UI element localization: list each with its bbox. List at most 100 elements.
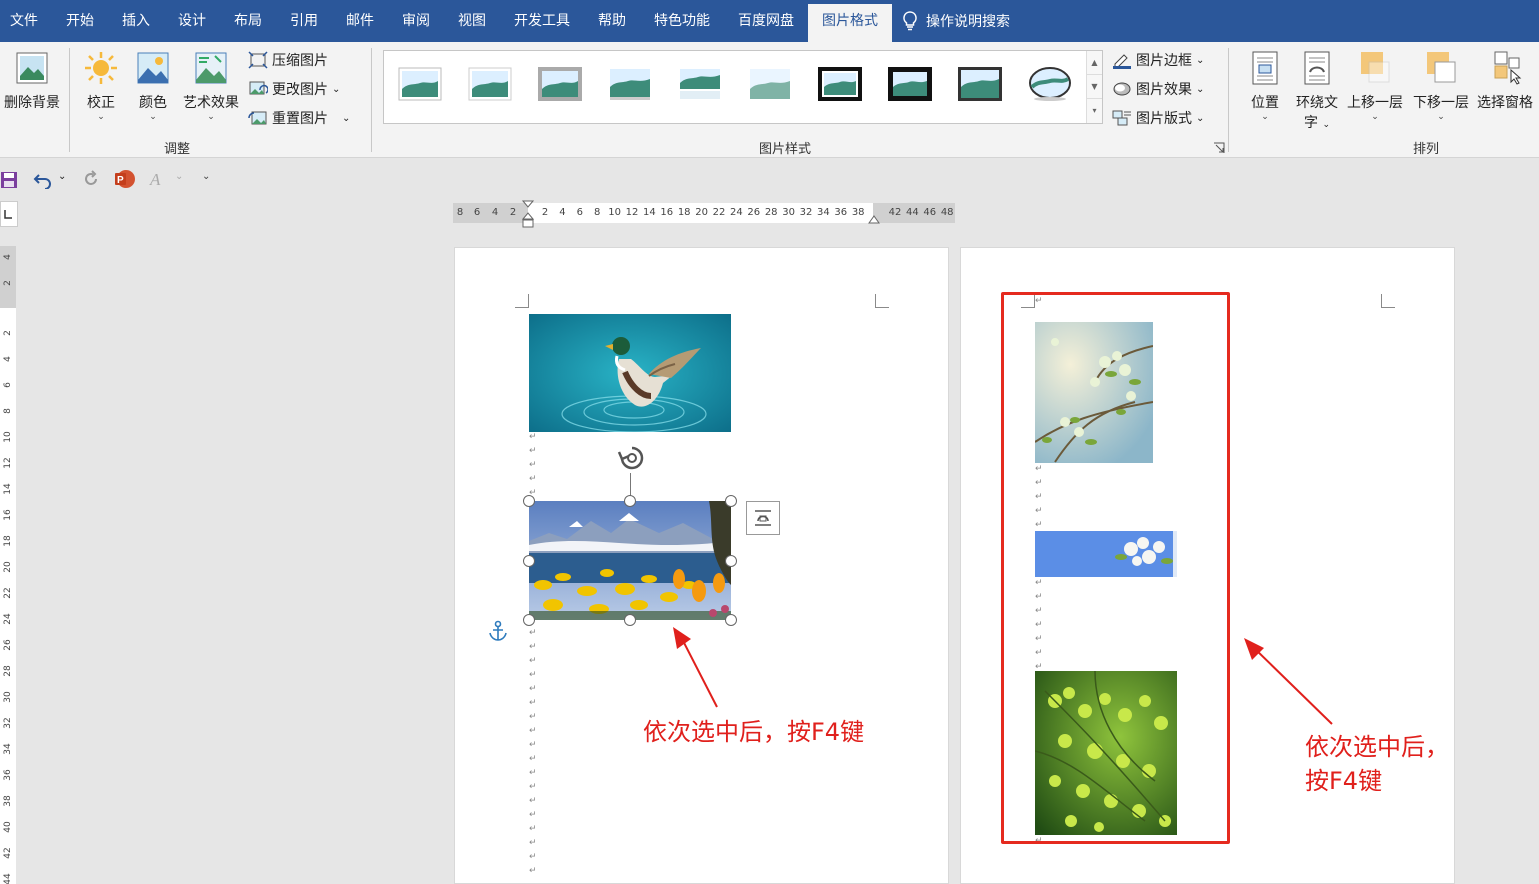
style-thumbnail[interactable] — [678, 67, 722, 101]
reset-picture-button[interactable]: 重置图片 ⌄ — [248, 108, 350, 128]
compress-pictures-button[interactable]: 压缩图片 — [248, 50, 328, 70]
powerpoint-icon[interactable]: P — [114, 169, 136, 189]
horizontal-ruler[interactable]: 8 6 4 2 2 4 6 8 10 12 14 16 18 20 22 24 26 28 30 32 34 36 38 42… — [453, 200, 955, 228]
anchor-icon[interactable] — [487, 620, 509, 642]
duck-picture[interactable] — [529, 314, 731, 432]
bring-forward-icon — [1361, 52, 1390, 83]
change-picture-button[interactable]: 更改图片 ⌄ — [248, 79, 340, 99]
paragraph-mark: ↵ — [529, 782, 537, 792]
chevron-down-icon[interactable]: ⌄ — [175, 171, 183, 182]
customize-qat-icon[interactable]: ⌄ — [202, 171, 210, 182]
tab-special[interactable]: 特色功能 — [640, 0, 724, 42]
style-thumbnail[interactable] — [398, 67, 442, 101]
chevron-down-icon: ⌄ — [1371, 112, 1379, 122]
layout-icon — [1112, 110, 1131, 126]
resize-handle-n[interactable] — [624, 495, 636, 507]
separator — [1228, 48, 1229, 152]
ruler-tick: 2 — [3, 280, 13, 286]
color-label: 颜色 — [139, 95, 167, 111]
document-page-1[interactable]: ↵ ↵ ↵ ↵ ↵ ↵ ↵ ↵ ↵ ↵ ↵ ↵ ↵ ↵ ↵ ↵ ↵ ↵ ↵ ↵ ↵ ↵ ↵ 依次选中后，按F4键 — [454, 247, 949, 884]
style-thumbnail[interactable] — [468, 67, 512, 101]
resize-handle-e[interactable] — [725, 555, 737, 567]
resize-handle-se[interactable] — [725, 614, 737, 626]
tab-picture-format[interactable]: 图片格式 — [808, 4, 892, 42]
tab-view[interactable]: 视图 — [444, 0, 500, 42]
tab-help[interactable]: 帮助 — [584, 0, 640, 42]
lightbulb-icon[interactable] — [900, 0, 920, 42]
selection-pane-button[interactable]: 选择窗格 — [1474, 50, 1536, 112]
paragraph-mark: ↵ — [529, 824, 537, 834]
style-thumbnail[interactable] — [608, 67, 652, 101]
ruler-tick: 20 — [695, 207, 708, 218]
bring-forward-button[interactable]: 上移一层 ⌄ — [1344, 50, 1406, 122]
tell-me-search[interactable]: 操作说明搜索 — [926, 11, 1010, 31]
annotation-line-2: 按F4键 — [1305, 767, 1383, 795]
paragraph-mark: ↵ — [529, 642, 537, 652]
dialog-launcher-icon[interactable] — [1213, 142, 1225, 154]
style-thumbnail[interactable] — [538, 67, 582, 101]
chevron-down-icon[interactable]: ▼ — [1087, 75, 1102, 99]
color-button[interactable]: 颜色 ⌄ — [130, 50, 176, 122]
chevron-up-icon[interactable]: ▲ — [1087, 51, 1102, 75]
resize-handle-w[interactable] — [523, 555, 535, 567]
font-style-icon[interactable]: A — [148, 169, 166, 189]
resize-handle-ne[interactable] — [725, 495, 737, 507]
position-button[interactable]: 位置 ⌄ — [1244, 50, 1286, 122]
picture-effects-button[interactable]: 图片效果 ⌄ — [1112, 79, 1204, 99]
send-backward-button[interactable]: 下移一层 ⌄ — [1410, 50, 1472, 122]
tab-layout[interactable]: 布局 — [220, 0, 276, 42]
lake-flowers-image — [529, 501, 731, 620]
chevron-down-icon[interactable]: ⌄ — [58, 171, 66, 182]
tab-design[interactable]: 设计 — [164, 0, 220, 42]
tab-review[interactable]: 审阅 — [388, 0, 444, 42]
ruler-tick: 34 — [817, 207, 830, 218]
tab-home[interactable]: 开始 — [52, 0, 108, 42]
ruler-tick: 28 — [3, 665, 13, 677]
paragraph-mark: ↵ — [529, 474, 537, 484]
gallery-scroll[interactable]: ▲ ▼ ▾ — [1086, 51, 1102, 123]
corrections-button[interactable]: 校正 ⌄ — [78, 50, 124, 122]
picture-layout-label: 图片版式 — [1136, 111, 1192, 127]
style-thumbnail[interactable] — [818, 67, 862, 101]
style-thumbnail[interactable] — [888, 67, 932, 101]
layout-options-icon — [755, 510, 771, 526]
wrap-text-button[interactable]: 环绕文 字 ⌄ — [1292, 50, 1342, 132]
resize-handle-s[interactable] — [624, 614, 636, 626]
layout-options-button[interactable] — [746, 501, 780, 535]
tab-file[interactable]: 文件 — [0, 0, 52, 42]
save-icon[interactable] — [0, 171, 18, 189]
tab-references[interactable]: 引用 — [276, 0, 332, 42]
tab-mailings[interactable]: 邮件 — [332, 0, 388, 42]
undo-icon[interactable] — [33, 171, 53, 189]
tab-baidu[interactable]: 百度网盘 — [724, 0, 808, 42]
resize-handle-sw[interactable] — [523, 614, 535, 626]
ruler-tick: 8 — [594, 207, 601, 218]
tab-selector[interactable] — [0, 201, 18, 227]
artistic-effects-button[interactable]: 艺术效果 ⌄ — [180, 50, 242, 122]
ruler-tick: 44 — [3, 873, 13, 884]
selection-pane-icon — [1494, 51, 1522, 85]
expand-gallery-icon[interactable]: ▾ — [1087, 99, 1102, 123]
picture-layout-button[interactable]: 图片版式 ⌄ — [1112, 108, 1204, 128]
annotation-text-left: 依次选中后，按F4键 — [643, 718, 865, 746]
style-thumbnail[interactable] — [958, 67, 1002, 101]
lake-flowers-picture[interactable] — [529, 501, 731, 620]
ruler-tick: 42 — [3, 847, 13, 859]
indent-marker-icon[interactable] — [522, 200, 534, 228]
ruler-tick: 4 — [3, 254, 13, 260]
tab-developer[interactable]: 开发工具 — [500, 0, 584, 42]
ruler-tick: 32 — [3, 717, 13, 729]
group-label-styles: 图片样式 — [759, 142, 812, 157]
chevron-down-icon: ⌄ — [149, 112, 157, 122]
vertical-ruler[interactable]: 4 2 2 4 6 8 10 12 14 16 18 20 22 24 26 28 30 32 34 36 38 40 42… — [0, 246, 16, 884]
remove-background-button[interactable]: 删除背景 — [2, 50, 62, 112]
style-thumbnail[interactable] — [1028, 67, 1072, 101]
style-thumbnail[interactable] — [748, 67, 792, 101]
picture-border-button[interactable]: 图片边框 ⌄ — [1112, 50, 1204, 70]
rotate-handle-icon[interactable] — [615, 444, 649, 474]
tab-insert[interactable]: 插入 — [108, 0, 164, 42]
redo-icon[interactable] — [82, 170, 100, 188]
margin-corner-mark — [515, 294, 529, 308]
right-indent-icon[interactable] — [868, 214, 880, 224]
paragraph-mark: ↵ — [529, 432, 537, 442]
